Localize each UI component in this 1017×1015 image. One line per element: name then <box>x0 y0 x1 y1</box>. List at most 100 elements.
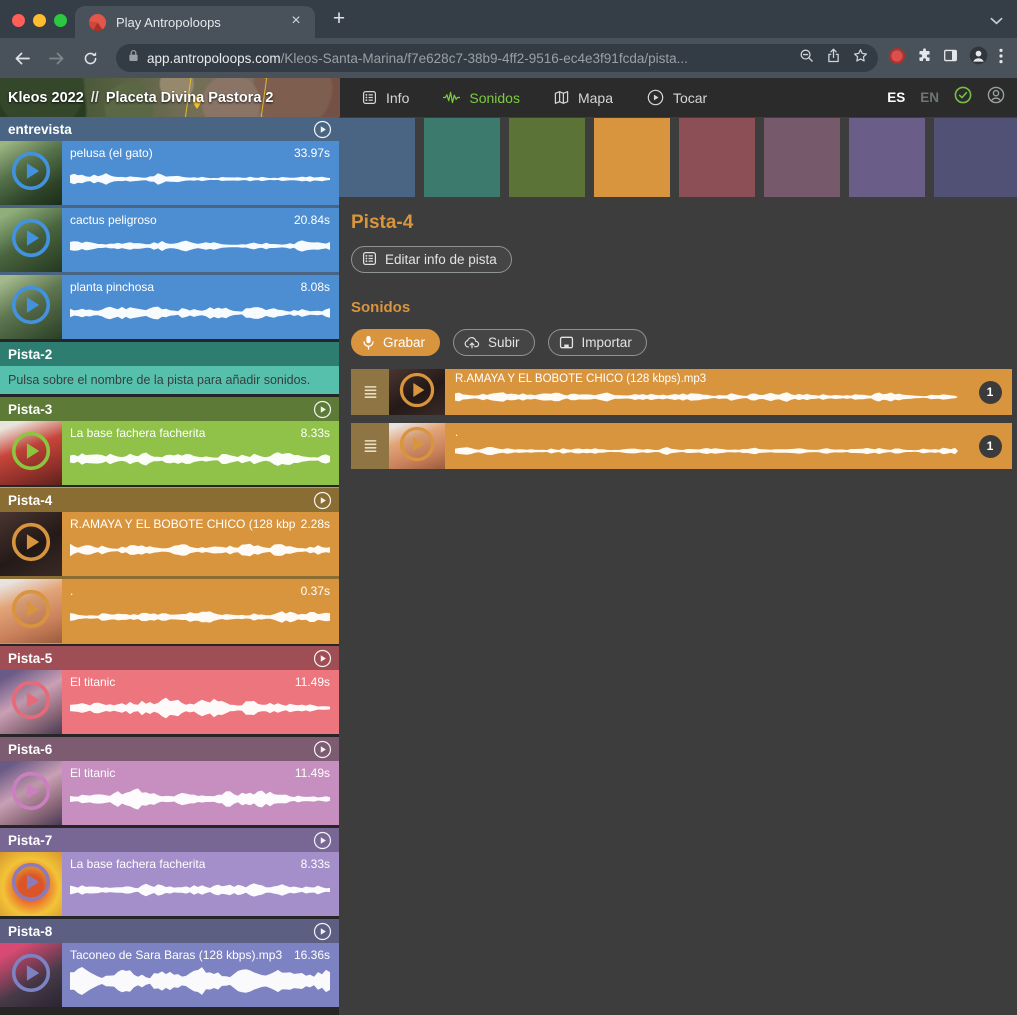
browser-tab[interactable]: Play Antropoloops × <box>75 6 315 38</box>
clip-row[interactable]: cactus peligroso20.84s <box>0 208 339 272</box>
track-header[interactable]: Pista-5 <box>0 646 339 670</box>
clip-thumbnail[interactable] <box>0 670 62 734</box>
record-extension-icon[interactable] <box>888 47 906 70</box>
account-icon[interactable] <box>987 86 1005 109</box>
clip-thumbnail[interactable] <box>0 275 62 339</box>
traffic-light-close[interactable] <box>12 14 25 27</box>
clip-thumbnail[interactable] <box>0 208 62 272</box>
track-play-button[interactable] <box>313 649 332 668</box>
clip-waveform[interactable] <box>70 441 330 477</box>
clip-play-overlay-icon[interactable] <box>11 285 51 330</box>
track-play-button[interactable] <box>313 491 332 510</box>
clip-waveform[interactable] <box>70 161 330 197</box>
clip-play-overlay-icon[interactable] <box>11 218 51 263</box>
sound-play-overlay-icon[interactable] <box>399 372 435 413</box>
track-header[interactable]: Pista-8 <box>0 919 339 943</box>
track-tile[interactable] <box>764 118 840 197</box>
clip-play-overlay-icon[interactable] <box>11 771 51 816</box>
track-header[interactable]: Pista-6 <box>0 737 339 761</box>
clip-waveform[interactable] <box>70 295 330 331</box>
track-header[interactable]: Pista-7 <box>0 828 339 852</box>
zoom-icon[interactable] <box>799 48 814 68</box>
edit-track-info-button[interactable]: Editar info de pista <box>351 246 512 273</box>
clip-thumbnail[interactable] <box>0 421 62 485</box>
url-bar[interactable]: app.antropoloops.com/Kleos-Santa-Marina/… <box>116 44 878 72</box>
sound-waveform[interactable] <box>455 439 958 463</box>
tab-search-chevron-icon[interactable] <box>990 12 1003 30</box>
clip-waveform[interactable] <box>70 872 330 908</box>
track-tile[interactable] <box>934 118 1017 197</box>
menu-icon[interactable] <box>999 48 1003 69</box>
track-tile[interactable] <box>339 118 415 197</box>
traffic-light-maximize[interactable] <box>54 14 67 27</box>
clip-row[interactable]: El titanic11.49s <box>0 670 339 734</box>
track-play-button[interactable] <box>313 831 332 850</box>
nav-item-tocar[interactable]: Tocar <box>647 89 707 106</box>
clip-row[interactable]: pelusa (el gato)33.97s <box>0 141 339 205</box>
track-header[interactable]: entrevista <box>0 117 339 141</box>
clip-waveform[interactable] <box>70 228 330 264</box>
lock-icon[interactable] <box>128 49 139 67</box>
lang-en[interactable]: EN <box>920 90 939 105</box>
track-tile[interactable] <box>849 118 925 197</box>
drag-handle[interactable] <box>351 369 389 415</box>
nav-item-sonidos[interactable]: Sonidos <box>443 90 520 106</box>
back-button[interactable] <box>6 42 38 74</box>
clip-thumbnail[interactable] <box>0 579 62 643</box>
sound-waveform[interactable] <box>455 385 958 409</box>
tab-close-icon[interactable]: × <box>287 13 305 31</box>
clip-thumbnail[interactable] <box>0 761 62 825</box>
clip-waveform[interactable] <box>70 781 330 817</box>
extensions-puzzle-icon[interactable] <box>917 48 932 68</box>
track-header[interactable]: Pista-2 <box>0 342 339 366</box>
sync-check-icon[interactable] <box>954 86 972 109</box>
project-banner[interactable]: Kleos 2022 // Placeta Divina Pastora 2 <box>0 78 340 117</box>
track-tile[interactable] <box>594 118 670 197</box>
clip-row[interactable]: El titanic11.49s <box>0 761 339 825</box>
track-tile[interactable] <box>509 118 585 197</box>
clip-row[interactable]: La base fachera facherita8.33s <box>0 421 339 485</box>
clip-thumbnail[interactable] <box>0 141 62 205</box>
clip-play-overlay-icon[interactable] <box>11 862 51 907</box>
bookmark-star-icon[interactable] <box>853 48 868 68</box>
sound-thumbnail[interactable] <box>389 369 445 415</box>
track-header[interactable]: Pista-4 <box>0 488 339 512</box>
nav-item-info[interactable]: Info <box>362 90 409 106</box>
clip-thumbnail[interactable] <box>0 852 62 916</box>
track-tile[interactable] <box>424 118 500 197</box>
nav-item-mapa[interactable]: Mapa <box>554 90 613 106</box>
new-tab-button[interactable]: + <box>327 9 351 29</box>
sound-row[interactable]: R.AMAYA Y EL BOBOTE CHICO (128 kbps).mp3… <box>351 369 1012 415</box>
track-header[interactable]: Pista-3 <box>0 397 339 421</box>
clip-thumbnail[interactable] <box>0 512 62 576</box>
track-play-button[interactable] <box>313 740 332 759</box>
grabar-button[interactable]: Grabar <box>351 329 440 356</box>
track-play-button[interactable] <box>313 120 332 139</box>
track-play-button[interactable] <box>313 400 332 419</box>
importar-button[interactable]: Importar <box>548 329 647 356</box>
sound-play-overlay-icon[interactable] <box>399 426 435 467</box>
lang-es[interactable]: ES <box>887 90 905 105</box>
clip-play-overlay-icon[interactable] <box>11 431 51 476</box>
clip-waveform[interactable] <box>70 963 330 999</box>
clip-row[interactable]: La base fachera facherita8.33s <box>0 852 339 916</box>
share-icon[interactable] <box>827 48 840 68</box>
clip-play-overlay-icon[interactable] <box>11 680 51 725</box>
clip-row[interactable]: R.AMAYA Y EL BOBOTE CHICO (128 kbps)....… <box>0 512 339 576</box>
clip-thumbnail[interactable] <box>0 943 62 1007</box>
traffic-light-minimize[interactable] <box>33 14 46 27</box>
forward-button[interactable] <box>40 42 72 74</box>
sound-thumbnail[interactable] <box>389 423 445 469</box>
clip-waveform[interactable] <box>70 532 330 568</box>
clip-play-overlay-icon[interactable] <box>11 522 51 567</box>
clip-row[interactable]: .0.37s <box>0 579 339 643</box>
track-play-button[interactable] <box>313 922 332 941</box>
drag-handle[interactable] <box>351 423 389 469</box>
reload-button[interactable] <box>74 42 106 74</box>
track-tile[interactable] <box>679 118 755 197</box>
clip-play-overlay-icon[interactable] <box>11 151 51 196</box>
sound-row[interactable]: .1 <box>351 423 1012 469</box>
clip-play-overlay-icon[interactable] <box>11 953 51 998</box>
clip-row[interactable]: Taconeo de Sara Baras (128 kbps).mp316.3… <box>0 943 339 1007</box>
clip-row[interactable]: planta pinchosa8.08s <box>0 275 339 339</box>
